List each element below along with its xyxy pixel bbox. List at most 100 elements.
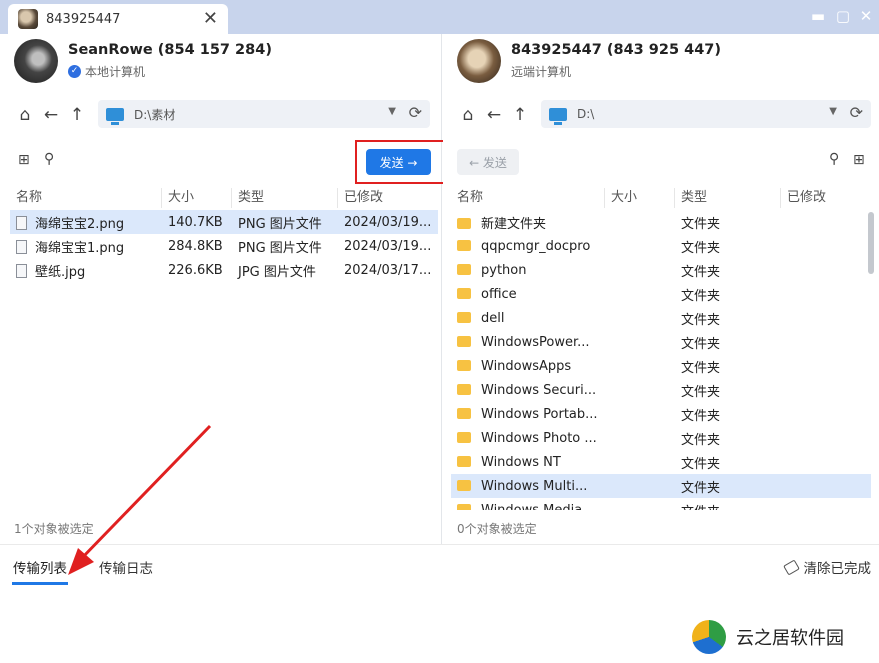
folder-icon [457, 239, 471, 251]
local-name: SeanRowe (854 157 284) [68, 42, 272, 58]
folder-icon [457, 359, 471, 371]
table-row[interactable]: Windows Multi... 文件夹 [451, 474, 871, 498]
tab-transfer-list[interactable]: 传输列表 [13, 557, 67, 577]
local-toolbar: ⊞ ⚲ 发送 → [0, 140, 446, 184]
table-row[interactable]: python 文件夹 [451, 258, 871, 282]
up-arrow-icon[interactable]: ↑ [509, 105, 531, 125]
watermark: 云之居软件园 [682, 610, 879, 663]
remote-pane: 843925447 (843 925 447) 远端计算机 ⌂ ← ↑ D:\ … [443, 34, 879, 544]
remote-status: 0个对象被选定 [457, 522, 537, 536]
chevron-down-icon[interactable]: ▼ [388, 106, 396, 117]
local-path: D:\素材 [134, 107, 176, 122]
clear-completed-label: 清除已完成 [803, 561, 872, 577]
file-icon [16, 263, 27, 278]
minimize-icon[interactable]: ▬ [808, 6, 828, 26]
new-folder-icon[interactable]: ⊞ [853, 152, 865, 168]
folder-icon [457, 287, 471, 299]
refresh-icon[interactable]: ⟳ [850, 103, 863, 122]
table-row[interactable]: Windows Securi... 文件夹 [451, 378, 871, 402]
session-tab[interactable]: 843925447 ✕ [8, 4, 228, 34]
up-arrow-icon[interactable]: ↑ [66, 105, 88, 125]
watermark-logo-icon [692, 619, 726, 654]
refresh-icon[interactable]: ⟳ [409, 103, 422, 122]
local-status: 1个对象被选定 [14, 522, 94, 536]
table-row[interactable]: Windows Photo ... 文件夹 [451, 426, 871, 450]
remote-file-table: 名称 大小 类型 已修改 新建文件夹 文件夹 qqpcmgr_docpro 文件夹 py… [451, 186, 871, 510]
remote-navbar: ⌂ ← ↑ D:\ ▼ ⟳ [457, 100, 871, 130]
folder-icon [457, 263, 471, 275]
table-row[interactable]: office 文件夹 [451, 282, 871, 306]
folder-icon [457, 335, 471, 347]
local-subtitle: 本地计算机 [85, 65, 146, 79]
send-button[interactable]: 发送 → [366, 149, 431, 175]
local-pane: SeanRowe (854 157 284) ✓ 本地计算机 ⌂ ← ↑ D:\素… [0, 34, 446, 544]
eraser-icon [782, 558, 800, 576]
table-row[interactable]: Windows NT 文件夹 [451, 450, 871, 474]
close-tab-icon[interactable]: ✕ [203, 8, 218, 29]
col-type[interactable]: 类型 [232, 188, 338, 208]
col-type[interactable]: 类型 [675, 188, 781, 208]
search-icon[interactable]: ⚲ [829, 151, 839, 167]
verified-icon: ✓ [68, 65, 81, 78]
local-navbar: ⌂ ← ↑ D:\素材 ▼ ⟳ [14, 100, 434, 130]
avatar [457, 39, 501, 83]
table-header: 名称 大小 类型 已修改 [10, 186, 438, 210]
col-name[interactable]: 名称 [451, 188, 605, 208]
table-header: 名称 大小 类型 已修改 [451, 186, 871, 210]
col-name[interactable]: 名称 [10, 188, 162, 208]
table-row[interactable]: Windows Media文件夹 [451, 498, 871, 510]
local-file-table: 名称 大小 类型 已修改 海绵宝宝2.png 140.7KB PNG 图片文件 … [10, 186, 438, 282]
remote-name: 843925447 (843 925 447) [511, 42, 722, 58]
watermark-text: 云之居软件园 [736, 627, 844, 649]
remote-path-bar[interactable]: D:\ ▼ ⟳ [541, 100, 871, 128]
folder-icon [457, 311, 471, 323]
table-row[interactable]: 海绵宝宝2.png 140.7KB PNG 图片文件 2024/03/19... [10, 210, 438, 234]
table-row[interactable]: 海绵宝宝1.png 284.8KB PNG 图片文件 2024/03/19... [10, 234, 438, 258]
home-icon[interactable]: ⌂ [457, 105, 479, 125]
new-folder-icon[interactable]: ⊞ [18, 152, 30, 168]
remote-identity: 843925447 (843 925 447) 远端计算机 [457, 39, 721, 83]
clear-completed-button[interactable]: 清除已完成 [782, 557, 872, 577]
remote-rows: 新建文件夹 文件夹 qqpcmgr_docpro 文件夹 python 文件夹 office… [451, 210, 871, 510]
back-arrow-icon[interactable]: ← [483, 105, 505, 125]
table-row[interactable]: 壁纸.jpg 226.6KB JPG 图片文件 2024/03/17... [10, 258, 438, 282]
folder-icon [457, 217, 471, 229]
avatar [14, 39, 58, 83]
title-bar: 843925447 ✕ ▬ ▢ ✕ [0, 0, 879, 34]
col-modified[interactable]: 已修改 [338, 188, 438, 208]
remote-toolbar: ← 发送 ⚲ ⊞ [443, 144, 879, 180]
tab-title: 843925447 [46, 11, 121, 27]
active-tab-indicator [12, 582, 68, 585]
col-modified[interactable]: 已修改 [781, 188, 871, 208]
folder-icon [457, 431, 471, 443]
table-row[interactable]: 新建文件夹 文件夹 [451, 210, 871, 234]
file-icon [16, 215, 27, 230]
tab-avatar [18, 9, 38, 29]
table-row[interactable]: WindowsPower... 文件夹 [451, 330, 871, 354]
back-arrow-icon[interactable]: ← [40, 105, 62, 125]
col-size[interactable]: 大小 [162, 188, 232, 208]
scrollbar[interactable] [868, 212, 874, 274]
receive-button[interactable]: ← 发送 [457, 149, 519, 175]
table-row[interactable]: WindowsApps 文件夹 [451, 354, 871, 378]
search-icon[interactable]: ⚲ [44, 151, 54, 167]
remote-subtitle: 远端计算机 [511, 65, 572, 79]
computer-icon [549, 107, 567, 125]
folder-icon [457, 503, 471, 510]
tab-transfer-log[interactable]: 传输日志 [99, 557, 153, 577]
file-icon [16, 239, 27, 254]
table-row[interactable]: qqpcmgr_docpro 文件夹 [451, 234, 871, 258]
chevron-down-icon[interactable]: ▼ [829, 106, 837, 117]
maximize-icon[interactable]: ▢ [833, 6, 853, 26]
home-icon[interactable]: ⌂ [14, 105, 36, 125]
local-path-bar[interactable]: D:\素材 ▼ ⟳ [98, 100, 430, 128]
local-identity: SeanRowe (854 157 284) ✓ 本地计算机 [14, 39, 272, 83]
computer-icon [106, 107, 124, 125]
folder-icon [457, 407, 471, 419]
col-size[interactable]: 大小 [605, 188, 675, 208]
table-row[interactable]: dell 文件夹 [451, 306, 871, 330]
folder-icon [457, 383, 471, 395]
table-row[interactable]: Windows Portab... 文件夹 [451, 402, 871, 426]
remote-path: D:\ [577, 107, 595, 121]
close-window-icon[interactable]: ✕ [856, 6, 876, 26]
